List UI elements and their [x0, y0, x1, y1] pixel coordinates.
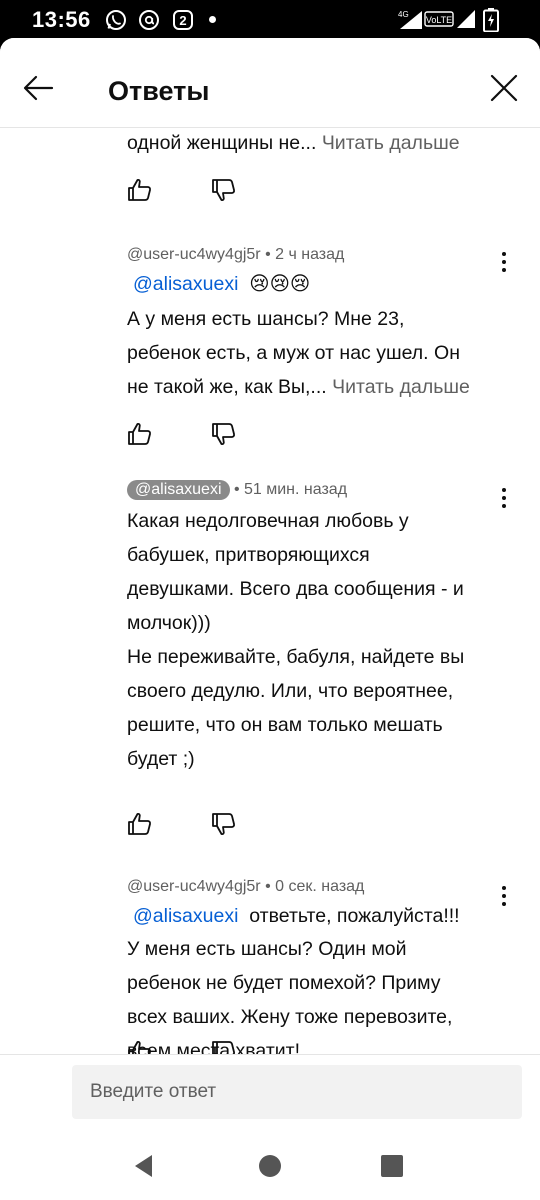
comment-author[interactable]: @user-uc4wy4gj5r — [127, 878, 261, 895]
comment-mention-line: @alisaxuexi 😢😢😢 — [133, 267, 310, 301]
more-options-icon[interactable] — [494, 882, 514, 910]
read-more-link[interactable]: Читать дальше — [322, 132, 460, 154]
replies-list: одной женщины не... Читать дальше @user-… — [0, 128, 540, 1054]
comment-text-line: будет ;) — [127, 748, 195, 770]
nav-back-icon[interactable] — [130, 1152, 158, 1180]
comment-author[interactable]: @user-uc4wy4gj5r — [127, 246, 261, 263]
comment-text-line: А у меня есть шансы? Мне 23, — [127, 308, 405, 330]
page-title: Ответы — [108, 76, 210, 106]
comment-mention-line: @alisaxuexi ответьте, пожалуйста!!! — [133, 905, 460, 927]
reply-footer — [0, 1054, 540, 1132]
emoji: 😢😢😢 — [249, 273, 311, 295]
status-bar: 13:56 2 4G VoLTE — [0, 0, 540, 38]
thumbs-down-icon[interactable] — [210, 810, 238, 838]
comment-time: • 51 мин. назад — [233, 481, 348, 498]
creator-author-badge[interactable]: @alisaxuexi — [127, 480, 230, 500]
comment-text-line: У меня есть шансы? Один мой — [127, 938, 407, 960]
comment-text-line: своего дедулю. Или, что вероятнее, — [127, 680, 454, 702]
thumbs-up-icon[interactable] — [126, 176, 154, 204]
sheet-header: Ответы — [0, 38, 540, 128]
thumbs-up-icon[interactable] — [126, 420, 154, 448]
reply-input[interactable] — [72, 1065, 522, 1119]
battery-charging-icon — [483, 8, 499, 32]
thumbs-down-icon[interactable] — [210, 176, 238, 204]
wifi-signal-icon — [457, 10, 475, 28]
more-notifications-dot — [209, 16, 216, 23]
more-options-icon[interactable] — [494, 484, 514, 512]
comment-text-line: молчок))) — [127, 612, 211, 634]
comment-text-line: не такой же, как Вы,... Читать дальше — [127, 376, 470, 398]
read-more-link[interactable]: Читать дальше — [332, 376, 470, 398]
svg-text:4G: 4G — [398, 10, 409, 19]
comment-text-line: Не переживайте, бабуля, найдете вы — [127, 646, 465, 668]
status-time: 13:56 — [32, 7, 91, 32]
mention-link[interactable]: @alisaxuexi — [133, 905, 238, 927]
at-sign-icon — [139, 10, 159, 30]
replies-sheet: Ответы одной женщины не... Читать дальше… — [0, 38, 540, 1132]
comment-meta: @alisaxuexi • 51 мин. назад — [127, 480, 347, 500]
comment-meta: @user-uc4wy4gj5r • 0 сек. назад — [127, 878, 364, 896]
badge-2-icon: 2 — [173, 10, 193, 30]
more-options-icon[interactable] — [494, 248, 514, 276]
comment-text-line: бабушек, притворяющихся — [127, 544, 370, 566]
thumbs-up-icon[interactable] — [126, 810, 154, 838]
comment-text-line: ребенок есть, а муж от нас ушел. Он — [127, 342, 460, 364]
comment-text-line: ребенок не будет помехой? Приму — [127, 972, 441, 994]
nav-home-icon[interactable] — [256, 1152, 284, 1180]
comment-meta: @user-uc4wy4gj5r • 2 ч назад — [127, 246, 344, 264]
svg-text:VoLTE: VoLTE — [426, 15, 452, 25]
svg-text:2: 2 — [179, 13, 186, 28]
comment-text-line: одной женщины не... Читать дальше — [127, 132, 460, 154]
thumbs-up-icon[interactable] — [126, 1038, 154, 1054]
comment-text-line: решите, что он вам только мешать — [127, 714, 443, 736]
comment-text-line: Какая недолговечная любовь у — [127, 510, 409, 532]
signal-4g-icon: 4G — [398, 10, 422, 29]
thumbs-down-icon[interactable] — [210, 420, 238, 448]
system-nav-bar — [0, 1132, 540, 1200]
comment-time: • 2 ч назад — [265, 246, 345, 263]
nav-recents-icon[interactable] — [378, 1152, 406, 1180]
thumbs-down-icon[interactable] — [210, 1038, 238, 1054]
back-arrow-icon[interactable] — [18, 68, 58, 108]
comment-time: • 0 сек. назад — [265, 878, 365, 895]
close-icon[interactable] — [484, 68, 524, 108]
mention-link[interactable]: @alisaxuexi — [133, 273, 238, 295]
whatsapp-icon — [106, 10, 126, 30]
comment-text-line: всех ваших. Жену тоже перевозите, — [127, 1006, 453, 1028]
volte-icon: VoLTE — [424, 11, 454, 27]
comment-text-line: девушками. Всего два сообщения - и — [127, 578, 464, 600]
